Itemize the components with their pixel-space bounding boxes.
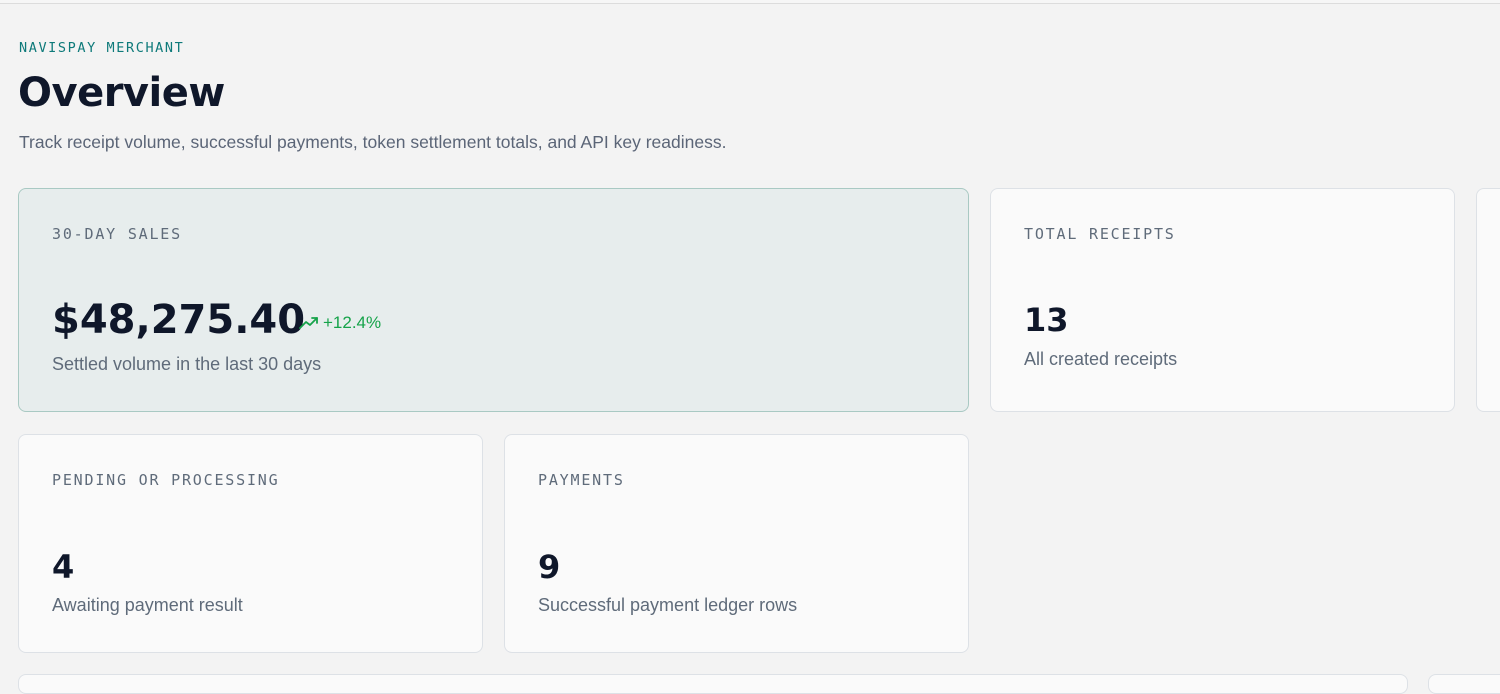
sales-card-value: $48,275.40 (52, 297, 306, 343)
sales-card: 30-DAY SALES $48,275.40 +12.4% Settled v… (18, 188, 969, 412)
eyebrow-label: NAVISPAY MERCHANT (19, 40, 185, 56)
sales-trend-badge: +12.4% (299, 313, 381, 333)
receipts-card-value: 13 (1024, 301, 1069, 339)
page-title: Overview (18, 70, 225, 116)
page-subtitle: Track receipt volume, successful payment… (19, 132, 727, 152)
top-border (0, 0, 1500, 4)
payments-card: PAYMENTS 9 Successful payment ledger row… (504, 434, 969, 653)
receipts-card: TOTAL RECEIPTS 13 All created receipts (990, 188, 1455, 412)
pending-card-value: 4 (52, 548, 75, 586)
pending-card-description: Awaiting payment result (52, 595, 243, 615)
trending-up-icon (299, 316, 319, 330)
receipts-card-label: TOTAL RECEIPTS (1024, 225, 1176, 243)
payments-card-label: PAYMENTS (538, 471, 625, 489)
offscreen-card (1476, 188, 1500, 412)
pending-card-label: PENDING OR PROCESSING (52, 471, 280, 489)
lower-panel-right (1428, 674, 1500, 694)
receipts-card-description: All created receipts (1024, 349, 1178, 369)
payments-card-value: 9 (538, 548, 561, 586)
lower-panel (18, 674, 1408, 694)
payments-card-description: Successful payment ledger rows (538, 595, 798, 615)
sales-trend-value: +12.4% (323, 313, 382, 332)
sales-card-description: Settled volume in the last 30 days (52, 354, 322, 374)
pending-card: PENDING OR PROCESSING 4 Awaiting payment… (18, 434, 483, 653)
sales-card-label: 30-DAY SALES (52, 225, 182, 243)
